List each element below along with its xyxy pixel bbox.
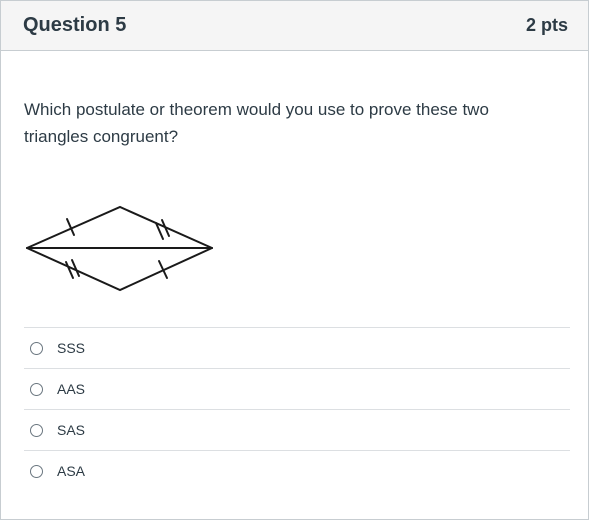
triangles-diagram (26, 205, 213, 292)
answer-label: SSS (57, 340, 86, 356)
radio-button-icon[interactable] (30, 423, 43, 437)
answer-label: AAS (57, 381, 86, 397)
answer-label: ASA (57, 463, 86, 479)
answer-option-sss[interactable]: SSS (24, 327, 570, 368)
triangle-bottom-outline (26, 247, 213, 292)
radio-button-icon[interactable] (30, 464, 43, 478)
question-header: Question 5 2 pts (1, 1, 588, 51)
answer-option-sas[interactable]: SAS (24, 409, 570, 450)
answer-list: SSS AAS SAS ASA (24, 327, 570, 491)
question-title: Question 5 (23, 14, 127, 36)
radio-button-icon[interactable] (30, 382, 43, 396)
answer-option-asa[interactable]: ASA (24, 450, 570, 491)
triangle-top-outline (26, 205, 213, 249)
radio-button-icon[interactable] (30, 341, 43, 355)
double-tick-bottom-left-a (65, 261, 74, 279)
answer-label: SAS (57, 422, 86, 438)
question-card: Question 5 2 pts Which postulate or theo… (0, 0, 589, 520)
question-body: Which postulate or theorem would you use… (1, 96, 588, 491)
question-points: 2 pts (525, 15, 568, 35)
question-text: Which postulate or theorem would you use… (24, 100, 489, 146)
answer-option-aas[interactable]: AAS (24, 368, 570, 409)
